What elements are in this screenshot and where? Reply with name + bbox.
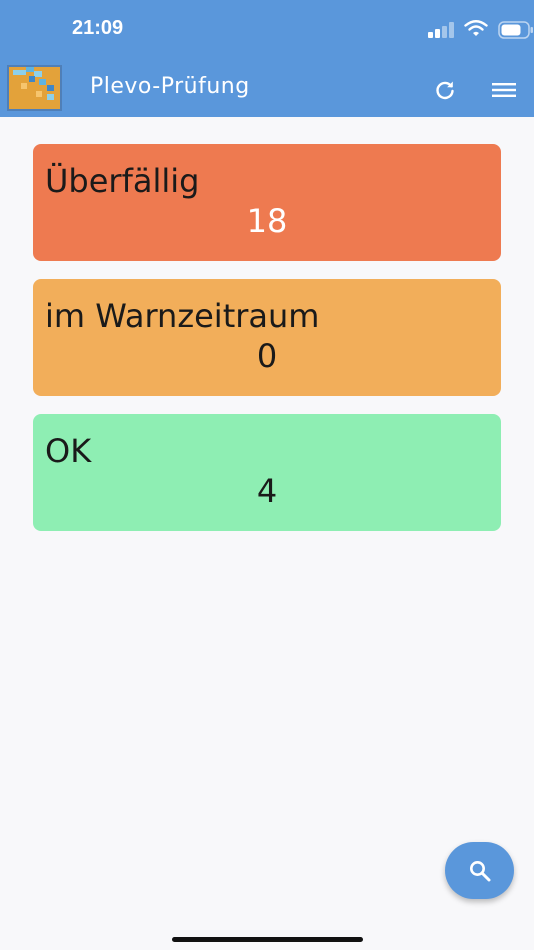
overdue-card[interactable]: Überfällig 18	[33, 144, 501, 261]
app-header: 21:09 Plevo-Prüfung	[0, 0, 534, 117]
cellular-signal-icon	[428, 22, 454, 38]
ok-card[interactable]: OK 4	[33, 414, 501, 531]
home-indicator	[172, 937, 363, 942]
app-logo	[7, 65, 62, 111]
refresh-icon	[436, 81, 454, 100]
search-icon	[469, 860, 490, 881]
refresh-button[interactable]	[430, 76, 460, 104]
app-title: Plevo-Prüfung	[90, 74, 250, 99]
status-time: 21:09	[72, 17, 124, 39]
search-fab-button[interactable]	[445, 842, 514, 899]
overdue-count: 18	[246, 202, 288, 240]
battery-icon	[498, 21, 533, 39]
ok-count: 4	[256, 472, 278, 510]
overdue-label: Überfällig	[45, 162, 200, 200]
menu-button[interactable]	[488, 76, 520, 104]
hamburger-menu-icon	[492, 83, 516, 97]
wifi-icon	[464, 20, 488, 36]
warning-period-card[interactable]: im Warnzeitraum 0	[33, 279, 501, 396]
warning-period-label: im Warnzeitraum	[45, 297, 320, 335]
warning-period-count: 0	[256, 337, 278, 375]
ok-label: OK	[45, 432, 92, 470]
